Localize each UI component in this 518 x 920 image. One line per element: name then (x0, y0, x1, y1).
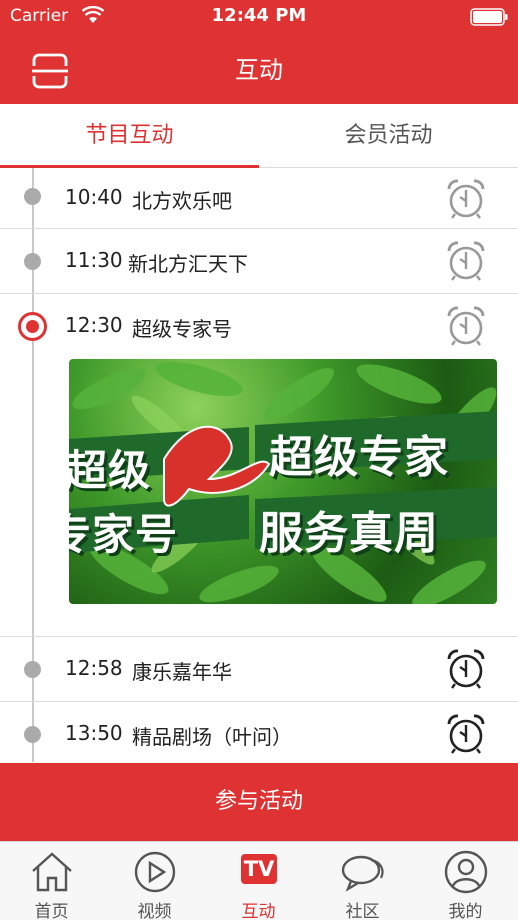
banner-text-right-top: 超级专家 (269, 432, 449, 483)
alarm-clock-icon[interactable] (445, 647, 487, 691)
timeline-dot (24, 188, 41, 205)
tv-icon: TV (241, 854, 277, 884)
banner-text-left-bottom: 专家号 (69, 510, 179, 559)
tabbar-label: 互动 (241, 902, 276, 920)
program-time: 11:30 (65, 248, 123, 272)
tabbar-item-interaction[interactable]: TV 互动 (207, 842, 310, 920)
tabbar-item-community[interactable]: 社区 (311, 842, 414, 920)
status-time: 12:44 PM (211, 5, 307, 26)
program-time: 13:50 (65, 721, 123, 745)
schedule-row-current[interactable]: 12:30 超级专家号 (0, 294, 518, 359)
program-name: 新北方汇天下 (128, 252, 248, 276)
segment-tabs: 节目互动 会员活动 (0, 104, 518, 168)
schedule-row[interactable]: 12:58 康乐嘉年华 (0, 637, 518, 702)
battery-icon (470, 8, 508, 26)
banner-text-right-bottom: 服务真周 (259, 508, 439, 559)
program-name: 北方欢乐吧 (132, 189, 232, 213)
banner-text-left-top: 超级 (69, 446, 152, 495)
status-bar: Carrier 12:44 PM (0, 0, 518, 34)
timeline-dot-current (18, 312, 47, 341)
bottom-tab-bar: 首页 视频 TV 互动 社区 我的 (0, 841, 518, 920)
program-time: 12:58 (65, 656, 123, 680)
alarm-clock-icon[interactable] (445, 712, 487, 756)
alarm-clock-icon[interactable] (445, 239, 487, 283)
play-icon (134, 851, 176, 893)
tabbar-label: 社区 (345, 902, 380, 920)
chat-icon (341, 855, 384, 892)
tab-member-activities[interactable]: 会员活动 (259, 104, 518, 168)
tabbar-item-home[interactable]: 首页 (0, 842, 103, 920)
screen: Carrier 12:44 PM 互动 节目互动 会员活动 10:40 北方欢乐… (0, 0, 518, 920)
participate-button[interactable]: 参与活动 (0, 763, 518, 841)
user-icon (444, 850, 488, 894)
program-banner[interactable]: 超级 专家号 超级专家 服务真周 (69, 359, 497, 604)
timeline-dot (24, 661, 41, 678)
tabbar-label: 视频 (137, 902, 172, 920)
home-icon (32, 852, 72, 892)
alarm-clock-icon[interactable] (445, 177, 487, 221)
tabbar-item-video[interactable]: 视频 (103, 842, 206, 920)
tabbar-label: 我的 (448, 902, 483, 920)
program-name: 精品剧场（叶问） (132, 725, 292, 749)
page-title: 互动 (235, 56, 283, 84)
program-name: 康乐嘉年华 (132, 660, 232, 684)
program-time: 10:40 (65, 185, 123, 209)
schedule-row[interactable]: 13:50 精品剧场（叶问） (0, 702, 518, 763)
program-name: 超级专家号 (132, 317, 232, 341)
alarm-clock-icon[interactable] (445, 304, 487, 348)
timeline-dot (24, 726, 41, 743)
timeline-dot (24, 253, 41, 270)
schedule-row[interactable]: 11:30 新北方汇天下 (0, 229, 518, 294)
tabbar-label: 首页 (34, 902, 69, 920)
program-time: 12:30 (65, 313, 123, 337)
schedule-row[interactable]: 10:40 北方欢乐吧 (0, 168, 518, 229)
tabbar-item-mine[interactable]: 我的 (414, 842, 517, 920)
header: Carrier 12:44 PM 互动 (0, 0, 518, 104)
tab-program-interaction[interactable]: 节目互动 (0, 104, 259, 168)
